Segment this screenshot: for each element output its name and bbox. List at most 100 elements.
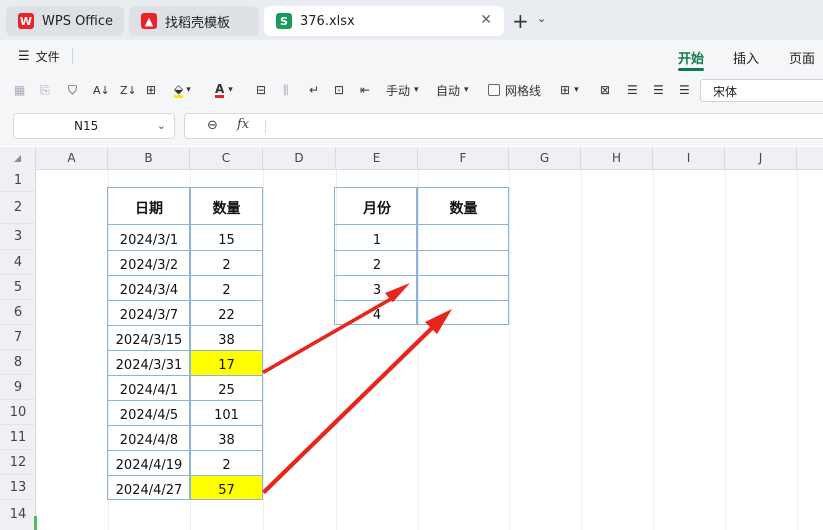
font-color-icon[interactable]: A ▾: [215, 81, 233, 99]
table1-qty-cell[interactable]: 22: [190, 300, 263, 325]
table2-qty-cell[interactable]: [418, 224, 509, 250]
wrap-auto-dropdown[interactable]: 自动 ▾: [436, 81, 469, 99]
gridlines-toggle[interactable]: 网格线: [488, 81, 541, 99]
row-header-10[interactable]: 10: [0, 400, 36, 425]
column-header-b[interactable]: B: [108, 147, 190, 170]
tab-insert[interactable]: 插入: [733, 48, 759, 67]
row-header-11[interactable]: 11: [0, 425, 36, 450]
table1-qty-cell[interactable]: 38: [190, 425, 263, 450]
chevron-down-icon[interactable]: ⌄: [537, 12, 546, 25]
table1-qty-cell[interactable]: 2: [190, 275, 263, 300]
table1-date-cell[interactable]: 2024/3/2: [108, 250, 190, 275]
table1-qty-cell[interactable]: 2: [190, 250, 263, 275]
tab-docer-templates[interactable]: ▲ 找稻壳模板: [129, 6, 259, 36]
tab-home[interactable]: 开始: [678, 48, 704, 67]
table2-header-month[interactable]: 月份: [336, 192, 418, 224]
tab-page[interactable]: 页面: [789, 48, 815, 67]
align-center-icon[interactable]: ☰: [653, 81, 664, 99]
indent-icon[interactable]: ⇤: [360, 81, 370, 99]
sort-ascending-icon[interactable]: A↓: [93, 81, 110, 99]
column-header-d[interactable]: D: [263, 147, 336, 170]
table1-date-cell[interactable]: 2024/3/31: [108, 350, 190, 375]
wrap-text-icon[interactable]: ↵: [309, 81, 319, 99]
table1-qty-cell-highlighted[interactable]: 17: [190, 350, 263, 375]
format-cells-icon[interactable]: ⊡: [334, 81, 344, 99]
column-header-c[interactable]: C: [190, 147, 263, 170]
row-header-3[interactable]: 3: [0, 224, 36, 250]
column-header-a[interactable]: A: [36, 147, 108, 170]
borders-icon[interactable]: ⊞: [146, 81, 156, 99]
row-header-1[interactable]: 1: [0, 170, 36, 192]
file-menu-button[interactable]: ☰ 文件: [18, 48, 60, 65]
table1-row-divider: [107, 300, 263, 301]
table1-qty-cell[interactable]: 101: [190, 400, 263, 425]
row-header-5[interactable]: 5: [0, 275, 36, 300]
filter-icon[interactable]: ⛉: [68, 81, 77, 99]
column-header-j[interactable]: J: [725, 147, 797, 170]
column-header-e[interactable]: E: [336, 147, 418, 170]
table2-month-cell[interactable]: 3: [336, 275, 418, 300]
table2-month-cell[interactable]: 1: [336, 224, 418, 250]
table2-month-cell[interactable]: 2: [336, 250, 418, 275]
table1-qty-cell-highlighted[interactable]: 57: [190, 475, 263, 500]
format-number-icon[interactable]: ▦: [14, 81, 25, 99]
table2-header-qty[interactable]: 数量: [418, 192, 509, 224]
table1-row-divider: [107, 400, 263, 401]
tab-wps-office[interactable]: W WPS Office: [6, 6, 124, 36]
align-left-icon[interactable]: ☰: [627, 81, 638, 99]
table2-qty-cell[interactable]: [418, 250, 509, 275]
table1-date-cell[interactable]: 2024/4/27: [108, 475, 190, 500]
clear-format-icon[interactable]: ⊠: [600, 81, 610, 99]
wrap-manual-dropdown[interactable]: 手动 ▾: [386, 81, 419, 99]
fx-icon[interactable]: fx: [237, 117, 249, 132]
merge-cells-icon[interactable]: ⫼: [283, 81, 289, 99]
font-name-select[interactable]: 宋体: [700, 79, 823, 102]
table2-qty-cell[interactable]: [418, 300, 509, 325]
table1-date-cell[interactable]: 2024/3/15: [108, 325, 190, 350]
sort-descending-icon[interactable]: Z↓: [120, 81, 137, 99]
gridlines-checkbox[interactable]: [488, 84, 500, 96]
column-header-g[interactable]: G: [509, 147, 581, 170]
table1-date-cell[interactable]: 2024/4/1: [108, 375, 190, 400]
table1-date-cell[interactable]: 2024/4/8: [108, 425, 190, 450]
row-header-4[interactable]: 4: [0, 250, 36, 275]
row-header-2[interactable]: 2: [0, 192, 36, 224]
formula-input[interactable]: ⊖ fx: [184, 113, 823, 139]
row-header-6[interactable]: 6: [0, 300, 36, 325]
table1-date-cell[interactable]: 2024/4/19: [108, 450, 190, 475]
table1-date-cell[interactable]: 2024/3/1: [108, 224, 190, 250]
paste-format-icon[interactable]: ⎘: [40, 81, 50, 99]
row-header-8[interactable]: 8: [0, 350, 36, 375]
table1-header-qty[interactable]: 数量: [190, 192, 263, 224]
table1-row-divider: [107, 475, 263, 476]
table-style-icon[interactable]: ⊞ ▾: [560, 81, 579, 99]
tab-label: 376.xlsx: [300, 13, 355, 29]
name-box[interactable]: N15 ⌄: [13, 113, 175, 139]
table2-month-cell[interactable]: 4: [336, 300, 418, 325]
table1-qty-cell[interactable]: 25: [190, 375, 263, 400]
row-header-12[interactable]: 12: [0, 450, 36, 475]
column-header-i[interactable]: I: [653, 147, 725, 170]
table1-qty-cell[interactable]: 2: [190, 450, 263, 475]
table1-date-cell[interactable]: 2024/3/7: [108, 300, 190, 325]
row-header-7[interactable]: 7: [0, 325, 36, 350]
cell-align-icon[interactable]: ⊟: [256, 81, 266, 99]
row-header-13[interactable]: 13: [0, 475, 36, 500]
fill-color-icon[interactable]: ⬙ ▾: [174, 81, 191, 99]
table1-qty-cell[interactable]: 15: [190, 224, 263, 250]
close-icon[interactable]: ✕: [480, 12, 492, 28]
row-header-9[interactable]: 9: [0, 375, 36, 400]
table1-date-cell[interactable]: 2024/3/4: [108, 275, 190, 300]
zoom-search-icon[interactable]: ⊖: [207, 118, 218, 133]
table1-header-date[interactable]: 日期: [108, 192, 190, 224]
chevron-down-icon[interactable]: ⌄: [157, 119, 166, 132]
tab-376-xlsx[interactable]: S 376.xlsx ✕: [264, 6, 504, 36]
table2-qty-cell[interactable]: [418, 275, 509, 300]
new-tab-plus-icon[interactable]: +: [512, 9, 529, 33]
table1-qty-cell[interactable]: 38: [190, 325, 263, 350]
column-header-f[interactable]: F: [418, 147, 509, 170]
row-header-14[interactable]: 14: [0, 500, 36, 530]
align-right-icon[interactable]: ☰: [679, 81, 690, 99]
table1-date-cell[interactable]: 2024/4/5: [108, 400, 190, 425]
column-header-h[interactable]: H: [581, 147, 653, 170]
